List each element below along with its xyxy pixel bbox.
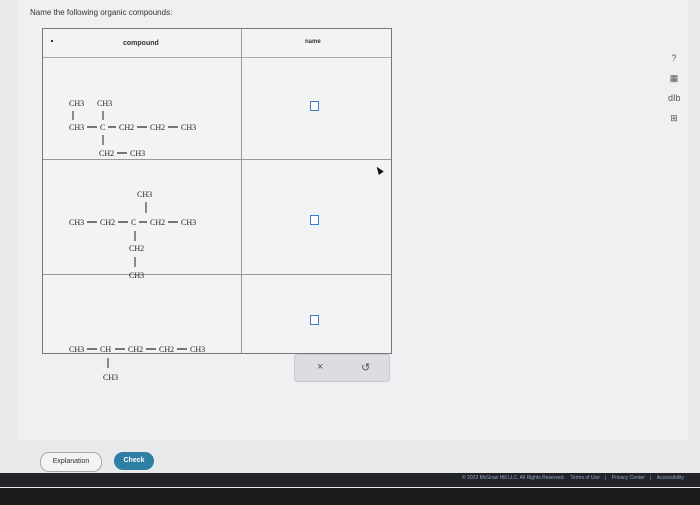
atom-label: CH3	[69, 99, 84, 108]
atom-label: C	[131, 218, 136, 227]
atom-label: CH3	[69, 345, 84, 354]
atom-label: CH3	[69, 218, 84, 227]
atom-label: CH3	[130, 149, 145, 158]
compound-structure-3: CH3 CH CH2 CH2 CH3 CH3	[69, 345, 205, 382]
periodic-table-icon[interactable]: ▦	[668, 72, 680, 84]
answer-input[interactable]	[310, 315, 319, 325]
atom-label: CH3	[137, 190, 152, 199]
accessibility-link[interactable]: Accessibility	[657, 475, 684, 481]
atom-label: CH3	[181, 123, 196, 132]
table-header: compound name	[43, 29, 391, 58]
answer-input[interactable]	[310, 101, 319, 111]
help-icon[interactable]: ?	[668, 52, 680, 64]
atom-label: CH2	[119, 123, 134, 132]
atom-label: CH3	[190, 345, 205, 354]
atom-label: CH2	[129, 244, 144, 253]
screen: Name the following organic compounds: co…	[0, 0, 700, 488]
compound-column-header: compound	[123, 40, 159, 47]
atom-label: CH2	[100, 218, 115, 227]
question-prompt: Name the following organic compounds:	[30, 8, 173, 17]
footer-divider: |	[650, 475, 652, 481]
answer-actions: × ↺	[294, 354, 390, 382]
clear-button[interactable]: ×	[317, 361, 323, 373]
atom-label: CH2	[99, 149, 114, 158]
atom-label: CH3	[103, 373, 118, 382]
answer-input[interactable]	[310, 215, 319, 225]
footer-divider: |	[605, 475, 607, 481]
atom-label: C	[100, 123, 105, 132]
atom-label: CH2	[150, 123, 165, 132]
atom-label: CH3	[69, 123, 84, 132]
atom-label: CH3	[181, 218, 196, 227]
atom-label: CH3	[97, 99, 112, 108]
copyright-text: © 2022 McGraw Hill LLC. All Rights Reser…	[462, 475, 565, 481]
privacy-link[interactable]: Privacy Center	[612, 475, 645, 481]
atom-label: CH2	[150, 218, 165, 227]
atom-label: CH2	[159, 345, 174, 354]
table-marker	[51, 40, 53, 42]
undo-button[interactable]: ↺	[361, 361, 370, 374]
data-icon[interactable]: dIb	[668, 92, 681, 104]
check-button[interactable]: Check	[114, 452, 154, 470]
name-column-header: name	[305, 39, 321, 45]
atom-label: CH	[100, 345, 111, 354]
calculator-icon[interactable]: ⊞	[668, 112, 680, 124]
compounds-table: compound name CH3 CH3 CH3 C CH2 CH2 CH3 …	[42, 28, 392, 382]
explanation-button[interactable]: Explanation	[40, 452, 102, 472]
terms-link[interactable]: Terms of Use	[570, 475, 599, 481]
footer-links: © 2022 McGraw Hill LLC. All Rights Reser…	[458, 475, 684, 481]
atom-label: CH3	[129, 271, 144, 280]
atom-label: CH2	[128, 345, 143, 354]
sidebar-tools: ? ▦ dIb ⊞	[668, 52, 686, 132]
footer: © 2022 McGraw Hill LLC. All Rights Reser…	[0, 473, 700, 487]
